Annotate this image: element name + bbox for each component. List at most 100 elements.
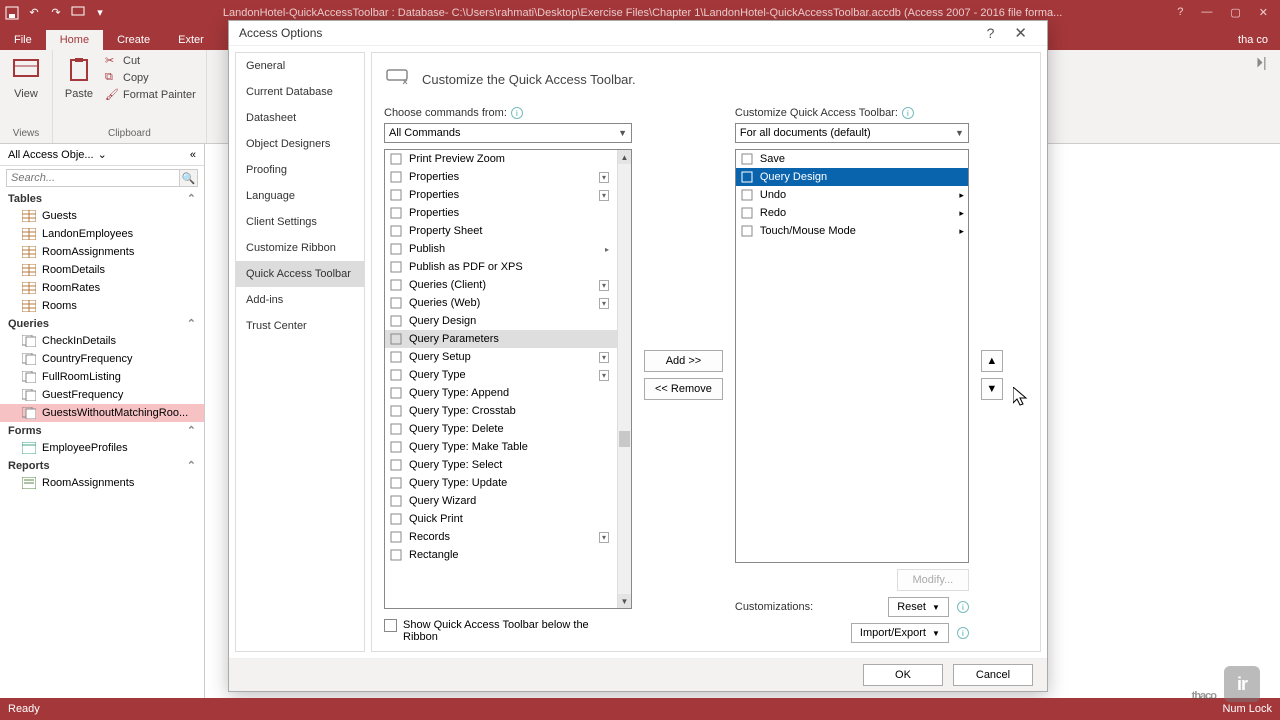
nav-item[interactable]: EmployeeProfiles [0, 439, 204, 457]
command-item[interactable]: Query Setup▾ [385, 348, 617, 366]
remove-button[interactable]: << Remove [644, 378, 723, 400]
close-icon[interactable]: ✕ [1259, 6, 1268, 19]
command-item[interactable]: Records▾ [385, 528, 617, 546]
command-item[interactable]: Query Type▾ [385, 366, 617, 384]
qat-listbox[interactable]: SaveQuery DesignUndo▸Redo▸Touch/Mouse Mo… [735, 149, 969, 563]
section-reports[interactable]: Reports⌃ [0, 457, 204, 474]
qat-dropdown-icon[interactable]: ▾ [92, 5, 108, 21]
format-painter-button[interactable]: 🖌Format Painter [105, 88, 196, 102]
show-below-checkbox[interactable] [384, 619, 397, 632]
nav-item[interactable]: CountryFrequency [0, 350, 204, 368]
tab-home[interactable]: Home [46, 30, 103, 50]
command-item[interactable]: Publish▸ [385, 240, 617, 258]
collapse-ribbon-icon[interactable]: ⏵| [1256, 54, 1270, 68]
query-design-icon[interactable] [70, 5, 86, 21]
ok-button[interactable]: OK [863, 664, 943, 686]
command-item[interactable]: Query Type: Append [385, 384, 617, 402]
nav-item[interactable]: Guests [0, 207, 204, 225]
nav-item[interactable]: Rooms [0, 297, 204, 315]
move-down-button[interactable]: ▼ [981, 378, 1003, 400]
scroll-up-icon[interactable]: ▲ [618, 150, 631, 164]
section-tables[interactable]: Tables⌃ [0, 190, 204, 207]
copy-button[interactable]: ⧉Copy [105, 71, 196, 85]
cut-button[interactable]: ✂Cut [105, 54, 196, 68]
save-icon[interactable] [4, 5, 20, 21]
category-item[interactable]: Proofing [236, 157, 364, 183]
dialog-help-icon[interactable]: ? [977, 25, 1005, 41]
nav-item[interactable]: GuestFrequency [0, 386, 204, 404]
paste-button[interactable]: Paste [63, 54, 95, 100]
category-item[interactable]: Object Designers [236, 131, 364, 157]
command-item[interactable]: Query Type: Crosstab [385, 402, 617, 420]
customize-qat-select[interactable]: For all documents (default)▼ [735, 123, 969, 143]
dialog-close-icon[interactable]: ✕ [1004, 24, 1037, 42]
command-item[interactable]: Print Preview Zoom [385, 150, 617, 168]
commands-listbox[interactable]: Print Preview ZoomProperties▾Properties▾… [384, 149, 632, 609]
tab-create[interactable]: Create [103, 30, 164, 50]
collapse-nav-icon[interactable]: « [190, 149, 196, 161]
category-item[interactable]: Client Settings [236, 209, 364, 235]
info-icon[interactable]: i [511, 107, 523, 119]
minimize-icon[interactable]: — [1201, 6, 1212, 19]
command-item[interactable]: Properties [385, 204, 617, 222]
nav-header[interactable]: All Access Obje... ⌄ « [0, 144, 204, 166]
scroll-thumb[interactable] [619, 431, 630, 447]
tab-file[interactable]: File [0, 30, 46, 50]
command-item[interactable]: Query Type: Make Table [385, 438, 617, 456]
info-icon[interactable]: i [957, 601, 969, 613]
nav-item[interactable]: RoomRates [0, 279, 204, 297]
nav-item[interactable]: RoomAssignments [0, 474, 204, 492]
choose-commands-select[interactable]: All Commands▼ [384, 123, 632, 143]
command-item[interactable]: Queries (Web)▾ [385, 294, 617, 312]
account-label[interactable]: tha co [1226, 30, 1280, 50]
command-item[interactable]: Properties▾ [385, 168, 617, 186]
category-item[interactable]: Customize Ribbon [236, 235, 364, 261]
command-item[interactable]: Queries (Client)▾ [385, 276, 617, 294]
info-icon[interactable]: i [902, 107, 914, 119]
nav-item[interactable]: GuestsWithoutMatchingRoo... [0, 404, 204, 422]
qat-item[interactable]: Query Design [736, 168, 968, 186]
modify-button[interactable]: Modify... [897, 569, 969, 591]
move-up-button[interactable]: ▲ [981, 350, 1003, 372]
category-item[interactable]: Current Database [236, 79, 364, 105]
nav-item[interactable]: CheckInDetails [0, 332, 204, 350]
command-item[interactable]: Query Type: Delete [385, 420, 617, 438]
category-item[interactable]: Add-ins [236, 287, 364, 313]
import-export-button[interactable]: Import/Export▼ [851, 623, 949, 643]
category-item[interactable]: Trust Center [236, 313, 364, 339]
maximize-icon[interactable]: ▢ [1230, 6, 1240, 19]
reset-button[interactable]: Reset▼ [888, 597, 949, 617]
command-item[interactable]: Rectangle [385, 546, 617, 564]
cancel-button[interactable]: Cancel [953, 664, 1033, 686]
command-item[interactable]: Query Type: Update [385, 474, 617, 492]
info-icon[interactable]: i [957, 627, 969, 639]
scrollbar[interactable]: ▲ ▼ [617, 150, 631, 608]
nav-item[interactable]: RoomAssignments [0, 243, 204, 261]
view-button[interactable]: View [10, 54, 42, 100]
command-item[interactable]: Query Type: Select [385, 456, 617, 474]
nav-item[interactable]: RoomDetails [0, 261, 204, 279]
nav-search[interactable]: 🔍 [6, 169, 198, 187]
category-item[interactable]: Language [236, 183, 364, 209]
qat-item[interactable]: Undo▸ [736, 186, 968, 204]
nav-item[interactable]: LandonEmployees [0, 225, 204, 243]
qat-item[interactable]: Redo▸ [736, 204, 968, 222]
nav-item[interactable]: FullRoomListing [0, 368, 204, 386]
qat-item[interactable]: Save [736, 150, 968, 168]
command-item[interactable]: Quick Print [385, 510, 617, 528]
command-item[interactable]: Property Sheet [385, 222, 617, 240]
command-item[interactable]: Query Parameters [385, 330, 617, 348]
command-item[interactable]: Properties▾ [385, 186, 617, 204]
tab-external[interactable]: Exter [164, 30, 218, 50]
command-item[interactable]: Query Design [385, 312, 617, 330]
help-icon[interactable]: ? [1177, 6, 1183, 19]
search-icon[interactable]: 🔍 [179, 170, 197, 186]
undo-icon[interactable]: ↶ [26, 5, 42, 21]
section-forms[interactable]: Forms⌃ [0, 422, 204, 439]
command-item[interactable]: Publish as PDF or XPS [385, 258, 617, 276]
category-item[interactable]: Datasheet [236, 105, 364, 131]
search-input[interactable] [7, 170, 179, 186]
section-queries[interactable]: Queries⌃ [0, 315, 204, 332]
qat-item[interactable]: Touch/Mouse Mode▸ [736, 222, 968, 240]
category-item[interactable]: General [236, 53, 364, 79]
